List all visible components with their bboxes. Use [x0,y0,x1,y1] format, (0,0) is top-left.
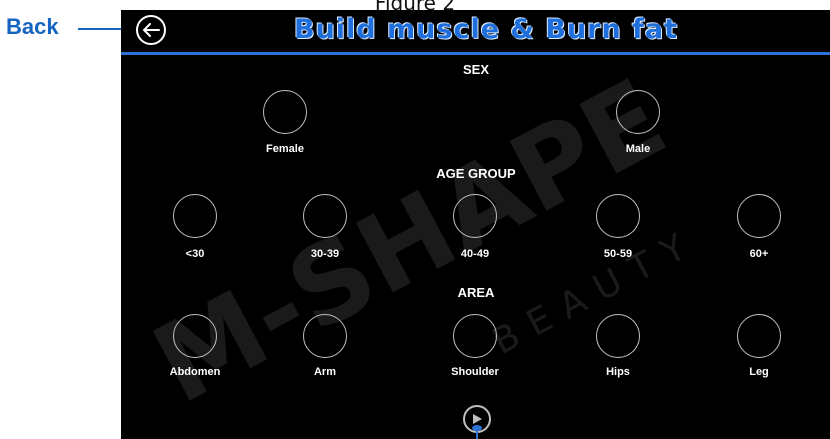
play-icon [473,414,482,424]
sex-option-female-button[interactable] [263,90,307,134]
age-option-60-plus-button[interactable] [737,194,781,238]
age-option-40-49-label: 40-49 [460,248,490,260]
start-annotation-line [476,426,478,439]
age-option-30-39-button[interactable] [303,194,347,238]
age-option-under-30-label: <30 [185,248,205,260]
area-option-shoulder-label: Shoulder [451,366,499,378]
area-option-arm-button[interactable] [303,314,347,358]
page-title: Build muscle & Burn fat [294,14,678,45]
header-divider [121,52,830,55]
area-section-label: AREA [457,285,495,300]
age-option-40-49-button[interactable] [453,194,497,238]
age-option-50-59-label: 50-59 [603,248,633,260]
area-option-arm-label: Arm [313,366,336,378]
age-group-section-label: AGE GROUP [436,166,516,181]
area-option-hips-label: Hips [606,366,630,378]
sex-option-female-label: Female [266,143,304,155]
age-option-under-30-button[interactable] [173,194,217,238]
age-option-60-plus-label: 60+ [749,248,769,260]
area-option-abdomen-button[interactable] [173,314,217,358]
back-annotation-label: Back [6,14,59,39]
area-option-shoulder-button[interactable] [453,314,497,358]
area-option-abdomen-label: Abdomen [169,366,221,378]
sex-section-label: SEX [462,62,489,77]
app-screen: M-SHAPE BEAUTY Build muscle & Burn fat S… [121,10,830,439]
area-option-leg-button[interactable] [737,314,781,358]
sex-option-male-button[interactable] [616,90,660,134]
age-option-50-59-button[interactable] [596,194,640,238]
area-option-hips-button[interactable] [596,314,640,358]
area-option-leg-label: Leg [749,366,769,378]
age-option-30-39-label: 30-39 [310,248,340,260]
header: Build muscle & Burn fat [121,10,830,52]
sex-option-male-label: Male [625,143,651,155]
